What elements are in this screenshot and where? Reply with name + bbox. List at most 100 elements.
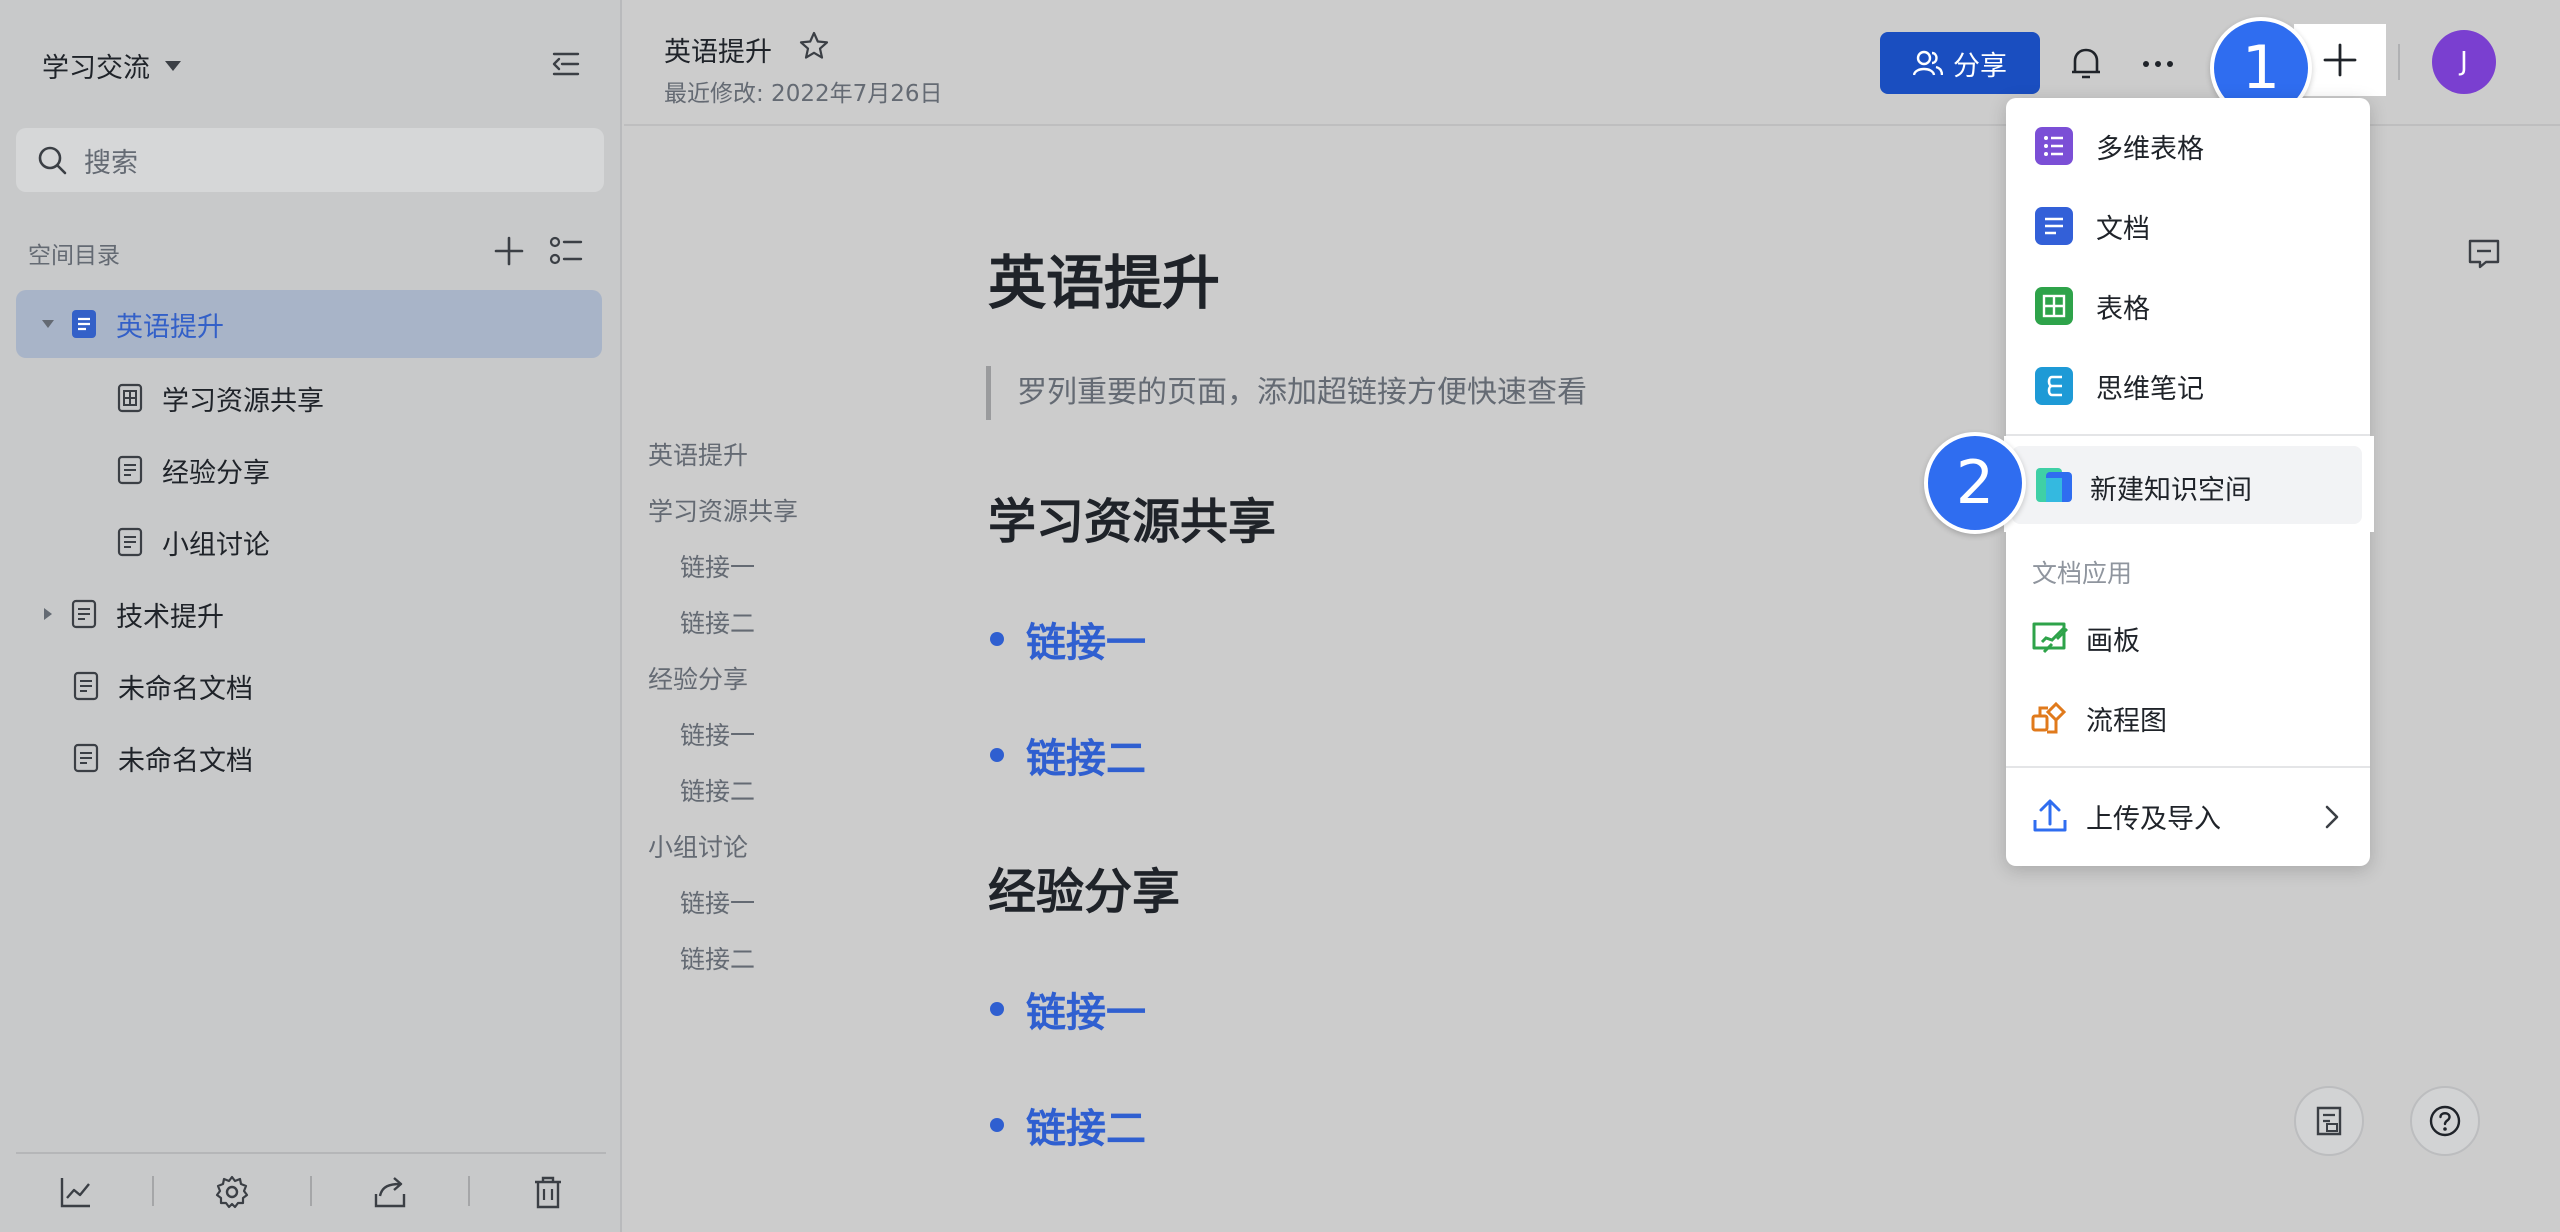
caret-down-icon bbox=[165, 60, 181, 71]
sidebar-footer-divider bbox=[16, 1152, 606, 1154]
sidebar: 学习交流 搜索 空间目录 英语提升 学习资源共享 经验分享 小组讨论 技术提升 … bbox=[0, 0, 622, 1232]
users-icon bbox=[1913, 50, 1943, 76]
search-icon bbox=[38, 146, 67, 175]
search-input[interactable]: 搜索 bbox=[16, 128, 604, 192]
outline-item[interactable]: 经验分享 bbox=[648, 660, 748, 696]
list-item: 链接一 bbox=[990, 610, 1146, 668]
upload-icon bbox=[2033, 799, 2067, 832]
doc-title: 英语提升 bbox=[664, 37, 772, 68]
outline-item[interactable]: 链接一 bbox=[680, 716, 755, 752]
header-separator bbox=[2398, 44, 2400, 80]
outline-item[interactable]: 链接二 bbox=[680, 604, 755, 640]
help-button[interactable] bbox=[2410, 1086, 2480, 1156]
tree-item-resources[interactable]: 学习资源共享 bbox=[116, 364, 324, 432]
tree-item-untitled-2[interactable]: 未命名文档 bbox=[72, 724, 253, 792]
document-title: 英语提升 bbox=[988, 249, 1221, 317]
menu-item-upload[interactable]: 上传及导入 bbox=[2006, 780, 2370, 852]
bullet-dot bbox=[990, 1118, 1004, 1132]
list-options-icon[interactable] bbox=[548, 234, 584, 268]
menu-item-mindnote[interactable]: 思维笔记 bbox=[2006, 350, 2370, 422]
outline-item[interactable]: 链接二 bbox=[680, 940, 755, 976]
tree-item-label: 小组讨论 bbox=[162, 529, 270, 561]
trash-icon[interactable] bbox=[530, 1174, 566, 1210]
menu-item-whiteboard[interactable]: 画板 bbox=[2006, 602, 2370, 674]
outline-item[interactable]: 学习资源共享 bbox=[648, 492, 798, 528]
menu-item-doc[interactable]: 文档 bbox=[2006, 190, 2370, 262]
tree-item-untitled-1[interactable]: 未命名文档 bbox=[72, 652, 253, 720]
doc-icon bbox=[71, 599, 97, 629]
menu-item-new-space[interactable]: 新建知识空间 bbox=[2012, 446, 2362, 524]
menu-item-label: 文档 bbox=[2096, 213, 2150, 245]
sheet-icon bbox=[2035, 287, 2073, 325]
outline-item[interactable]: 英语提升 bbox=[648, 436, 748, 472]
doc-info-button[interactable] bbox=[2294, 1086, 2364, 1156]
whiteboard-icon bbox=[2032, 622, 2068, 654]
help-icon bbox=[2429, 1105, 2461, 1137]
menu-item-label: 思维笔记 bbox=[2096, 373, 2204, 405]
doc-icon bbox=[73, 743, 99, 773]
space-switcher[interactable]: 学习交流 bbox=[42, 46, 182, 85]
tree-item-english[interactable]: 英语提升 bbox=[16, 290, 602, 358]
tree-item-label: 技术提升 bbox=[116, 601, 224, 633]
menu-item-label: 画板 bbox=[2086, 625, 2140, 657]
outline-item[interactable]: 链接一 bbox=[680, 548, 755, 584]
doc-info-icon bbox=[2316, 1106, 2342, 1136]
flowchart-icon bbox=[2031, 701, 2067, 734]
table-doc-icon bbox=[117, 383, 143, 413]
menu-item-label: 新建知识空间 bbox=[2090, 475, 2252, 506]
hyperlink[interactable]: 链接一 bbox=[1026, 610, 1146, 668]
menu-item-flowchart[interactable]: 流程图 bbox=[2006, 682, 2370, 754]
star-icon[interactable] bbox=[798, 30, 830, 62]
last-modified: 最近修改: 2022年7月26日 bbox=[664, 81, 943, 107]
more-icon[interactable] bbox=[2138, 44, 2178, 84]
search-placeholder: 搜索 bbox=[84, 147, 138, 179]
menu-item-label: 上传及导入 bbox=[2086, 803, 2221, 835]
avatar[interactable]: J bbox=[2432, 30, 2496, 94]
add-page-icon[interactable] bbox=[492, 234, 526, 268]
bullet-dot bbox=[990, 1002, 1004, 1016]
tree-item-discussion[interactable]: 小组讨论 bbox=[116, 508, 270, 576]
tree-item-experience[interactable]: 经验分享 bbox=[116, 436, 270, 504]
share-out-icon[interactable] bbox=[372, 1174, 408, 1210]
footer-separator bbox=[310, 1176, 312, 1206]
settings-icon[interactable] bbox=[214, 1174, 250, 1210]
hyperlink[interactable]: 链接二 bbox=[1026, 726, 1146, 784]
share-label: 分享 bbox=[1953, 50, 2007, 82]
chevron-right-icon bbox=[2325, 805, 2339, 829]
list-item: 链接一 bbox=[990, 980, 1146, 1038]
list-item: 链接二 bbox=[990, 726, 1146, 784]
caret-down-icon[interactable] bbox=[40, 316, 56, 332]
outline-item[interactable]: 链接一 bbox=[680, 884, 755, 920]
bell-icon[interactable] bbox=[2066, 44, 2106, 84]
tree-item-label: 未命名文档 bbox=[118, 745, 253, 777]
outline-item[interactable]: 链接二 bbox=[680, 772, 755, 808]
menu-item-sheet[interactable]: 表格 bbox=[2006, 270, 2370, 342]
menu-item-label: 表格 bbox=[2096, 293, 2150, 325]
collapse-sidebar-icon[interactable] bbox=[548, 46, 584, 82]
menu-item-label: 流程图 bbox=[2086, 705, 2167, 737]
menu-section-label: 文档应用 bbox=[2032, 559, 2133, 588]
outline-item[interactable]: 小组讨论 bbox=[648, 828, 748, 864]
doc-icon bbox=[2035, 207, 2073, 245]
list-item: 链接二 bbox=[990, 1096, 1146, 1154]
quote-block: 罗列重要的页面，添加超链接方便快速查看 bbox=[986, 366, 1587, 420]
mindnote-icon bbox=[2035, 367, 2073, 405]
section-heading: 经验分享 bbox=[988, 864, 1181, 920]
comment-icon[interactable] bbox=[2466, 236, 2502, 272]
bullet-dot bbox=[990, 748, 1004, 762]
tree-item-label: 英语提升 bbox=[116, 311, 224, 343]
hyperlink[interactable]: 链接一 bbox=[1026, 980, 1146, 1038]
directory-header: 空间目录 bbox=[28, 243, 120, 269]
step-badge-2: 2 bbox=[1924, 432, 2026, 534]
stats-icon[interactable] bbox=[58, 1174, 94, 1210]
tree-item-tech[interactable]: 技术提升 bbox=[40, 580, 224, 648]
caret-right-icon[interactable] bbox=[40, 606, 56, 622]
footer-separator bbox=[468, 1176, 470, 1206]
tree-item-label: 未命名文档 bbox=[118, 673, 253, 705]
doc-icon bbox=[117, 455, 143, 485]
hyperlink[interactable]: 链接二 bbox=[1026, 1096, 1146, 1154]
share-button[interactable]: 分享 bbox=[1880, 32, 2040, 94]
menu-item-bitable[interactable]: 多维表格 bbox=[2006, 110, 2370, 182]
plus-icon bbox=[2323, 43, 2357, 77]
menu-divider bbox=[2006, 766, 2370, 768]
